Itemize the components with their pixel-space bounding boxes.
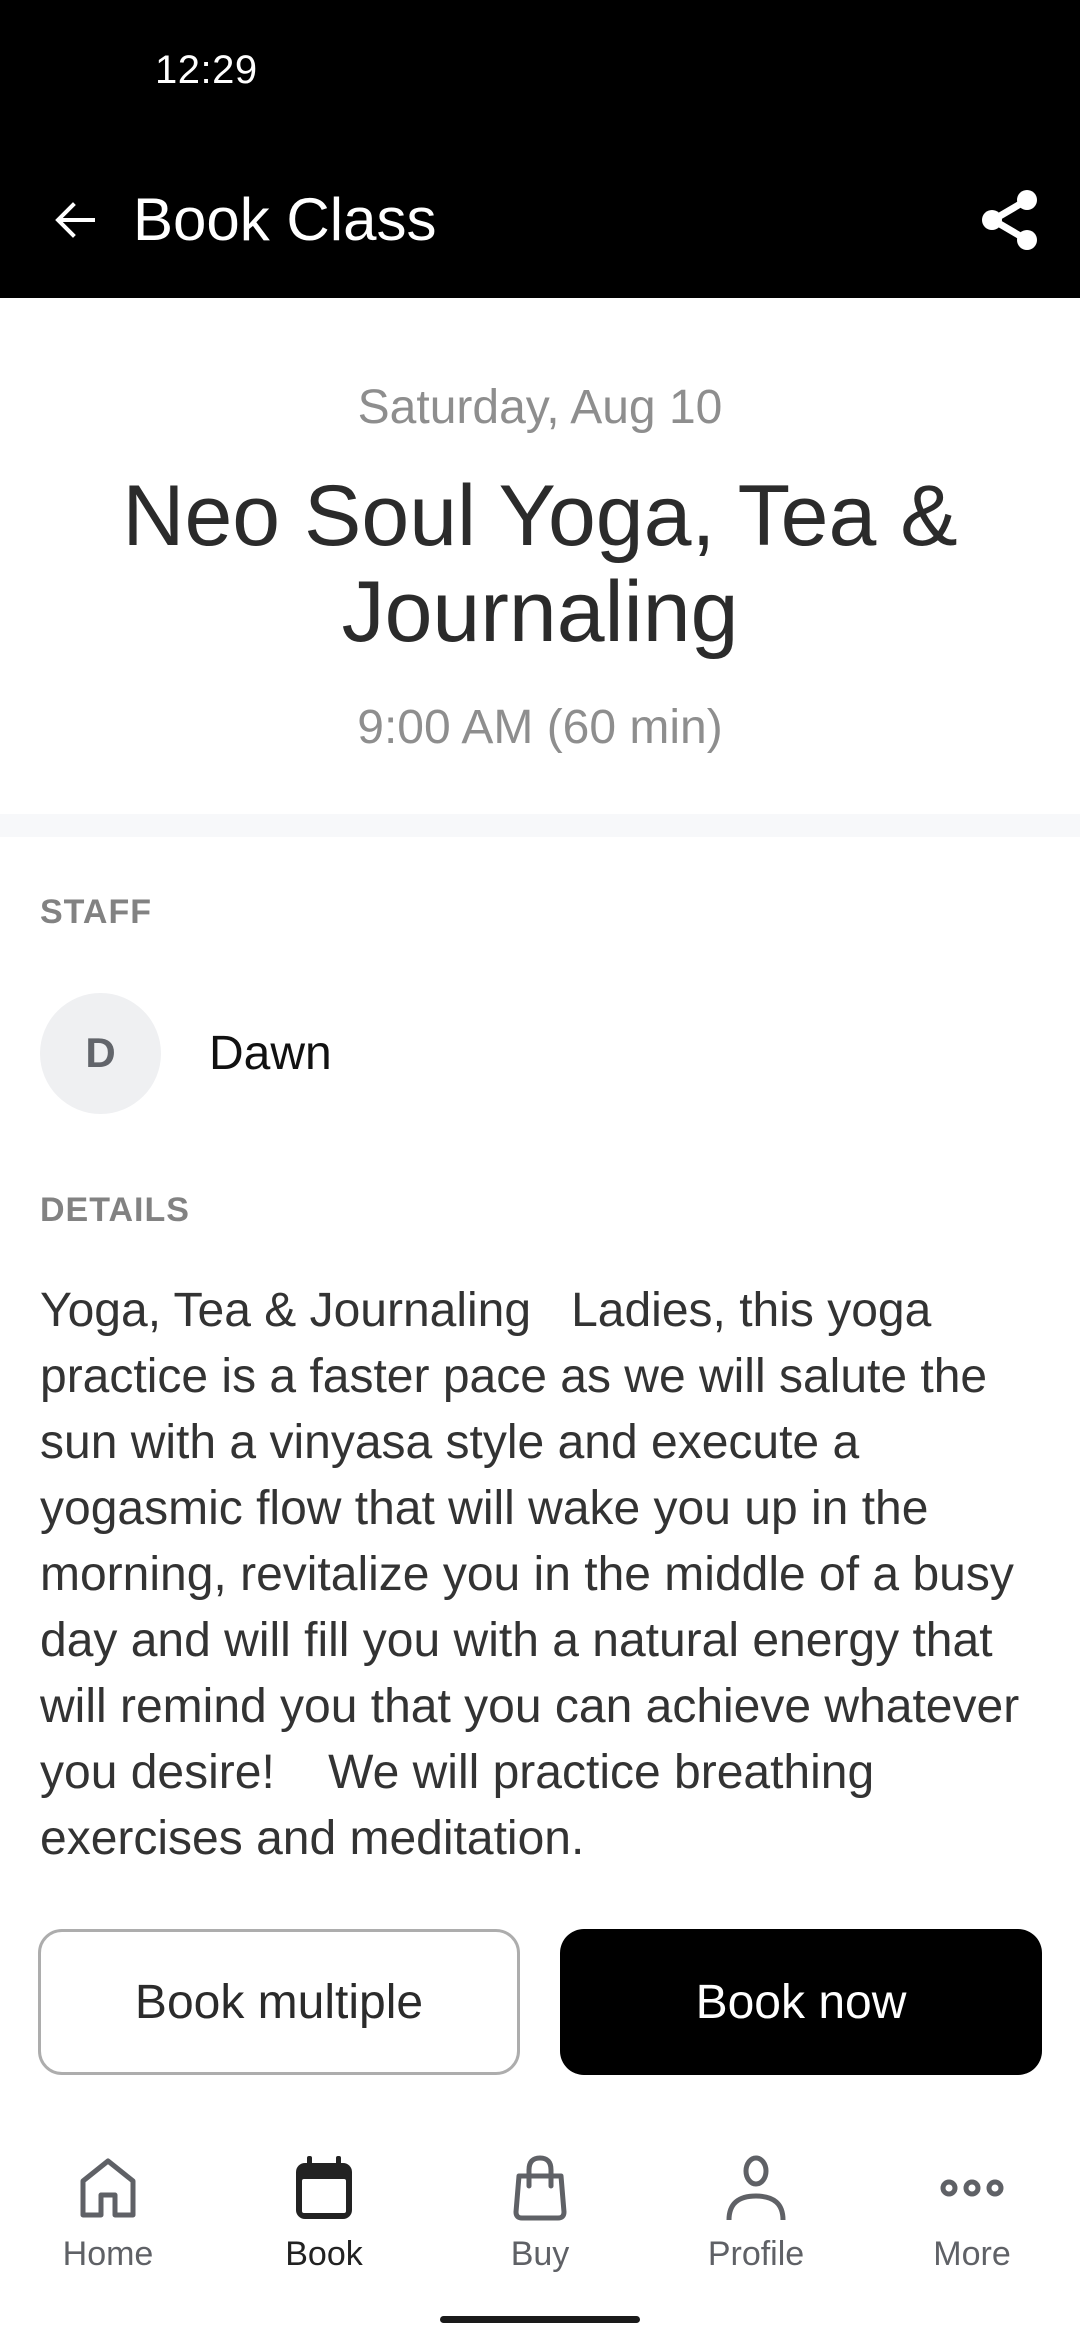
class-description: Yoga, Tea & Journaling Ladies, this yoga… — [40, 1284, 1033, 1860]
top-bar: 12:29 Book Class — [0, 0, 1080, 298]
class-date: Saturday, Aug 10 — [357, 381, 723, 434]
nav-label-more: More — [933, 2235, 1011, 2273]
shopping-bag-icon — [513, 2155, 567, 2221]
home-icon — [80, 2158, 136, 2218]
avatar: D — [40, 992, 161, 1114]
nav-label-home: Home — [62, 2235, 154, 2273]
person-icon — [726, 2155, 786, 2221]
section-divider — [0, 814, 1080, 837]
class-time: 9:00 AM (60 min) — [357, 701, 723, 754]
nav-item-more[interactable]: More — [864, 2150, 1080, 2290]
bottom-nav: Home Book Buy Profile More — [0, 2150, 1080, 2290]
page-title: Book Class — [133, 186, 437, 253]
status-time: 12:29 — [155, 48, 258, 92]
share-button[interactable] — [970, 180, 1050, 260]
calendar-icon — [296, 2156, 352, 2219]
staff-name: Dawn — [209, 1026, 332, 1080]
more-dots-icon — [940, 2179, 1004, 2197]
home-indicator[interactable] — [440, 2316, 640, 2323]
book-now-button[interactable]: Book now — [560, 1929, 1042, 2075]
details-section-label: DETAILS — [40, 1191, 190, 1229]
class-title: Neo Soul Yoga, Tea & Journaling — [122, 468, 958, 660]
nav-item-buy[interactable]: Buy — [432, 2150, 648, 2290]
share-icon — [982, 190, 1037, 250]
class-header: Saturday, Aug 10 Neo Soul Yoga, Tea & Jo… — [0, 298, 1080, 814]
nav-item-home[interactable]: Home — [0, 2150, 216, 2290]
arrow-left-icon — [55, 202, 95, 238]
staff-section-label: STAFF — [40, 893, 153, 931]
nav-item-book[interactable]: Book — [216, 2150, 432, 2290]
nav-label-buy: Buy — [510, 2235, 570, 2273]
book-multiple-button[interactable]: Book multiple — [38, 1929, 520, 2075]
nav-label-book: Book — [285, 2235, 363, 2273]
staff-item[interactable]: D Dawn — [40, 992, 332, 1114]
nav-label-profile: Profile — [707, 2235, 805, 2273]
back-button[interactable] — [40, 185, 110, 255]
nav-item-profile[interactable]: Profile — [648, 2150, 864, 2290]
